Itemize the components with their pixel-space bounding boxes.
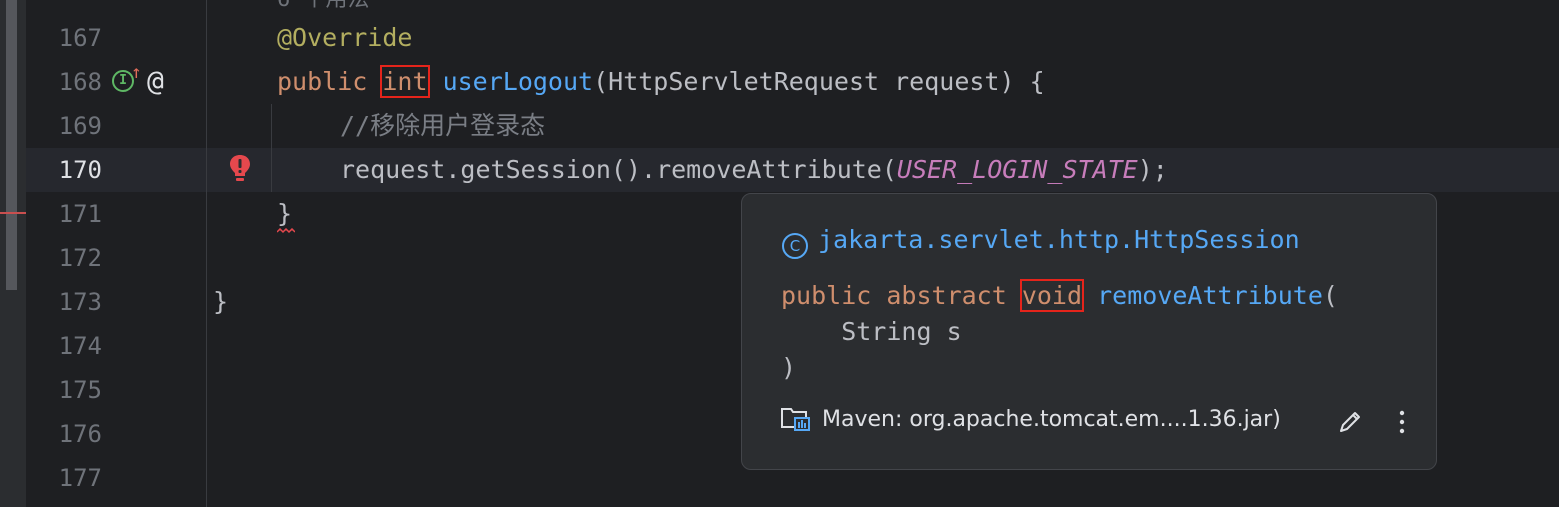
sig-method-name: removeAttribute [1097,281,1323,310]
line-number: 171 [58,200,102,228]
error-bulb-icon[interactable] [229,154,251,184]
annotation: @Override [277,23,413,52]
code-line-169[interactable]: //移除用户登录态 [340,104,545,148]
method-signature: public abstract void removeAttribute( St… [781,278,1338,386]
error-stripe-marker[interactable] [0,212,26,214]
line-number: 176 [58,420,102,448]
line-number: 167 [58,24,102,52]
line-number: 174 [58,332,102,360]
scrollbar-thumb[interactable] [6,0,17,290]
code-line-173[interactable]: } [213,280,228,324]
code-line-168[interactable]: public int userLogout(HttpServletRequest… [277,60,1045,104]
line-number: 173 [58,288,102,316]
code-line-170[interactable]: request.getSession().removeAttribute(USE… [340,148,1168,192]
line-number-current: 170 [58,156,102,184]
line-number: 168 [58,68,102,96]
library-source-label: Maven: org.apache.tomcat.em....1.36.jar) [822,407,1281,432]
edit-icon[interactable] [1336,408,1364,436]
sig-open-paren: ( [1322,281,1338,310]
class-fqn[interactable]: jakarta.servlet.http.HttpSession [818,225,1300,254]
at-icon[interactable]: @ [147,62,164,100]
comment: //移除用户登录态 [340,111,546,140]
method-name: userLogout [442,67,594,96]
override-arrow-icon[interactable]: ↑ [131,64,142,82]
class-icon: C [782,233,808,259]
line-number: 172 [58,244,102,272]
editor-scroll-strip[interactable] [0,0,26,507]
popup-source[interactable]: Maven: org.apache.tomcat.em....1.36.jar) [780,404,1281,436]
return-type-void-highlight: void [1019,279,1085,312]
error-squiggle [277,228,295,234]
sig-param: String s [781,317,962,346]
maven-folder-icon [781,408,810,431]
closing-brace: } [277,199,293,228]
indent-guide [271,104,272,192]
sig-modifiers: public abstract [781,281,1022,310]
line-number: 175 [58,376,102,404]
popup-class-name[interactable]: Cjakarta.servlet.http.HttpSession [782,224,1300,259]
call-expression: request.getSession().removeAttribute( [340,155,897,184]
gutter-separator [206,0,207,507]
more-icon[interactable] [1392,408,1412,436]
closing-brace: } [213,287,229,316]
constant: USER_LOGIN_STATE [896,155,1138,184]
sig-close-paren: ) [781,353,797,382]
return-type-int-highlight: int [380,65,430,98]
method-params: (HttpServletRequest request) { [593,67,1045,96]
code-line-167[interactable]: @Override [277,16,412,60]
keyword-public: public [277,67,383,96]
line-number: 177 [58,464,102,492]
call-end: ); [1137,155,1168,184]
line-number: 169 [58,112,102,140]
quick-documentation-popup[interactable]: Cjakarta.servlet.http.HttpSession public… [741,193,1437,470]
